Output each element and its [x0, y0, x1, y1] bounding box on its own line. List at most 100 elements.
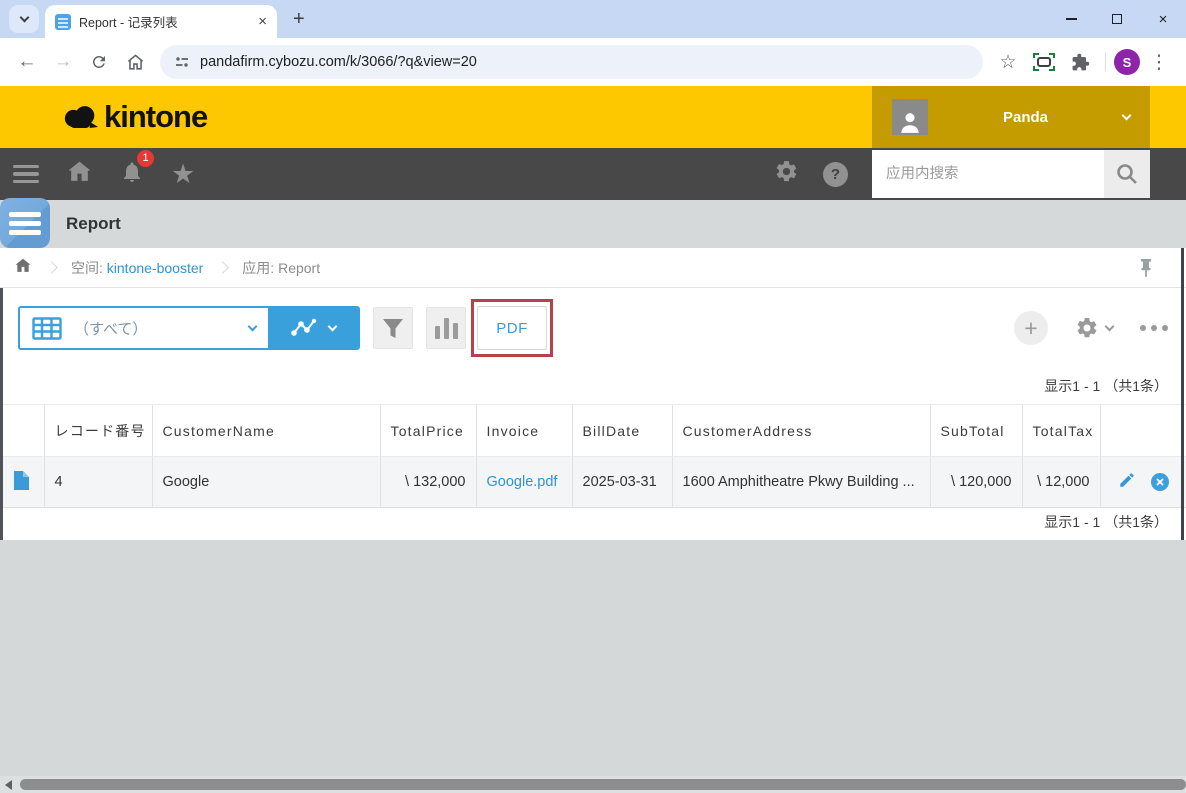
header-icon-col: [0, 404, 44, 457]
user-menu[interactable]: Panda: [872, 86, 1150, 148]
tab-close-icon[interactable]: ×: [258, 14, 267, 29]
app-icon: [0, 198, 50, 248]
header-customer-address[interactable]: CustomerAddress: [671, 404, 930, 457]
funnel-icon: [383, 318, 403, 338]
breadcrumb-home-button[interactable]: [14, 257, 32, 279]
new-tab-button[interactable]: +: [293, 9, 305, 29]
kintone-logo[interactable]: kintone: [62, 99, 208, 135]
right-scroll-edge: [1181, 248, 1184, 540]
header-total-price[interactable]: TotalPrice: [379, 404, 476, 457]
header-invoice[interactable]: Invoice: [475, 404, 572, 457]
cell-actions: [1099, 456, 1186, 508]
profile-avatar[interactable]: S: [1114, 49, 1140, 75]
tab-strip: Report - 记录列表 × + ×: [0, 0, 1186, 38]
kintone-favicon-icon: [55, 13, 71, 30]
kintone-header: kintone Panda: [0, 86, 1186, 148]
pencil-icon: [1120, 473, 1134, 487]
window-minimize-button[interactable]: [1048, 0, 1094, 38]
table-header-row: レコード番号 CustomerName TotalPrice Invoice B…: [0, 404, 1186, 457]
close-icon: [1156, 478, 1164, 486]
more-options-button[interactable]: [1140, 325, 1168, 331]
cell-customer-address: 1600 Amphitheatre Pkwy Building ...: [671, 456, 930, 508]
pdf-button[interactable]: PDF: [477, 306, 547, 350]
bookmark-button[interactable]: ☆: [991, 45, 1025, 79]
search-icon: [1117, 164, 1137, 184]
header-sub-total[interactable]: SubTotal: [929, 404, 1022, 457]
chevron-right-icon: [216, 261, 230, 274]
pin-button[interactable]: [1140, 259, 1152, 282]
screenshot-extension-button[interactable]: [1027, 45, 1061, 79]
view-toolbar: （すべて） PDF +: [18, 299, 1168, 357]
chevron-right-icon: [45, 261, 58, 274]
graph-nodes-icon: [291, 318, 317, 336]
record-detail-cell[interactable]: [0, 456, 44, 508]
notifications-button[interactable]: 1: [120, 149, 154, 190]
header-record-no[interactable]: レコード番号: [43, 404, 152, 457]
minimize-icon: [1065, 18, 1077, 20]
window-controls: ×: [1048, 0, 1186, 38]
search-input[interactable]: [872, 150, 1104, 198]
portal-home-button[interactable]: [66, 159, 93, 189]
reload-button[interactable]: [82, 45, 116, 79]
record-list-area: （すべて） PDF + 显示1 - 1 （共1条） レコード番号 Custome…: [0, 288, 1186, 540]
home-button[interactable]: [118, 45, 152, 79]
back-button[interactable]: ←: [10, 45, 44, 79]
portal-menu-button[interactable]: [13, 164, 39, 184]
chevron-down-icon: [1104, 321, 1115, 332]
header-total-tax[interactable]: TotalTax: [1021, 404, 1100, 457]
table-row[interactable]: 4 Google \ 132,000 Google.pdf 2025-03-31…: [0, 456, 1186, 508]
browser-menu-button[interactable]: ⋮: [1142, 45, 1176, 79]
forward-button[interactable]: →: [46, 45, 80, 79]
record-table: レコード番号 CustomerName TotalPrice Invoice B…: [0, 404, 1186, 508]
pin-icon: [1141, 259, 1151, 277]
puzzle-icon: [1072, 53, 1089, 70]
view-selector-value: （すべて）: [74, 320, 148, 338]
delete-record-button[interactable]: [1150, 473, 1169, 491]
person-icon: [901, 113, 919, 133]
url-bar[interactable]: pandafirm.cybozu.com/k/3066/?q&view=20: [160, 45, 983, 79]
view-select-dropdown[interactable]: （すべて）: [20, 308, 268, 348]
invoice-file-link[interactable]: Google.pdf: [487, 474, 558, 490]
search-button[interactable]: [1104, 150, 1150, 198]
window-close-button[interactable]: ×: [1140, 0, 1186, 38]
notification-badge: 1: [137, 149, 154, 167]
tab-search-button[interactable]: [9, 5, 39, 33]
filter-button[interactable]: [373, 307, 413, 349]
bar-chart-icon: [434, 317, 458, 339]
cell-total-price: \ 132,000: [379, 456, 476, 508]
edit-record-button[interactable]: [1118, 471, 1136, 493]
cell-bill-date: 2025-03-31: [571, 456, 672, 508]
settings-button[interactable]: [774, 159, 799, 189]
chevron-down-icon: [19, 12, 29, 23]
chart-button[interactable]: [426, 307, 466, 349]
extensions-button[interactable]: [1063, 45, 1097, 79]
horizontal-scrollbar[interactable]: [0, 776, 1186, 793]
home-icon: [127, 53, 143, 70]
screenshot-icon: [1033, 53, 1055, 71]
chevron-down-icon: [1121, 110, 1132, 121]
scrollbar-thumb[interactable]: [20, 779, 1186, 790]
scroll-left-arrow-icon[interactable]: [5, 780, 12, 790]
browser-tab[interactable]: Report - 记录列表 ×: [45, 5, 277, 38]
favorites-button[interactable]: ★: [171, 160, 195, 188]
kintone-nav: 1 ★ ?: [0, 148, 1186, 200]
gear-icon: [776, 161, 797, 182]
toolbar-divider: [1105, 53, 1106, 71]
window-maximize-button[interactable]: [1094, 0, 1140, 38]
add-record-button[interactable]: +: [1014, 311, 1048, 345]
chart-view-button[interactable]: [268, 308, 358, 348]
header-customer-name[interactable]: CustomerName: [151, 404, 380, 457]
help-button[interactable]: ?: [823, 161, 848, 187]
browser-toolbar: ← → pandafirm.cybozu.com/k/3066/?q&view=…: [0, 38, 1186, 86]
space-link[interactable]: kintone-booster: [107, 260, 204, 276]
cloud-icon: [64, 105, 99, 128]
kintone-logo-text: kintone: [104, 99, 208, 134]
record-file-icon: [14, 470, 30, 490]
page-title: Report: [66, 214, 121, 233]
cell-total-tax: \ 12,000: [1021, 456, 1100, 508]
user-avatar: [892, 99, 928, 135]
site-settings-icon: [176, 57, 188, 67]
app-settings-button[interactable]: [1075, 316, 1115, 340]
header-bill-date[interactable]: BillDate: [571, 404, 672, 457]
cell-invoice: Google.pdf: [475, 456, 572, 508]
